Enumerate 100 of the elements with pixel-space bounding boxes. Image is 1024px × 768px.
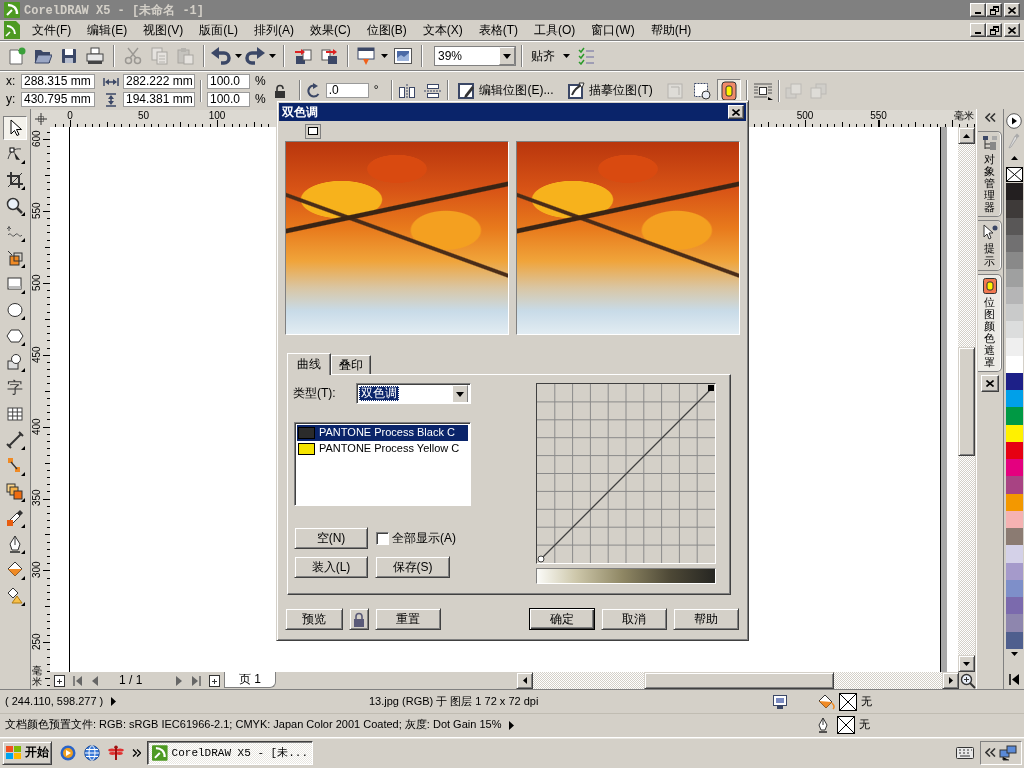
- help-button[interactable]: 帮助: [673, 608, 739, 630]
- color-swatch[interactable]: [1005, 545, 1023, 563]
- color-swatch[interactable]: [1005, 269, 1023, 287]
- keyboard-icon[interactable]: [956, 746, 974, 759]
- docker-tab[interactable]: 提示: [978, 220, 1002, 271]
- close-button[interactable]: [1004, 23, 1020, 37]
- show-all-checkbox[interactable]: [376, 531, 389, 545]
- y-position-field[interactable]: 430.795 mm: [21, 92, 95, 107]
- redo-arrow-icon[interactable]: [245, 47, 265, 65]
- image-window-icon[interactable]: [394, 48, 412, 64]
- restore-button[interactable]: [986, 3, 1002, 17]
- skip-back-icon[interactable]: [1009, 674, 1019, 685]
- width-field[interactable]: 282.222 mm: [123, 74, 195, 89]
- menu-item[interactable]: 位图(B): [358, 22, 415, 38]
- start-button[interactable]: 开始: [2, 740, 52, 765]
- ink-list-item[interactable]: PANTONE Process Black C: [297, 425, 468, 441]
- mirror-horizontal-icon[interactable]: [398, 82, 417, 99]
- import-icon[interactable]: [294, 47, 312, 65]
- export-icon[interactable]: [320, 47, 338, 65]
- document-logo-icon[interactable]: [4, 21, 20, 39]
- color-swatch[interactable]: [1005, 528, 1023, 546]
- scroll-right-button[interactable]: [942, 672, 959, 689]
- scroll-down-button[interactable]: [958, 655, 975, 672]
- taskbar-button[interactable]: CorelDRAW X5 - [未...: [147, 740, 313, 765]
- text-wrap-icon[interactable]: [752, 81, 773, 100]
- menu-item[interactable]: 排列(A): [246, 22, 302, 38]
- color-swatch[interactable]: [1005, 476, 1023, 494]
- cancel-button[interactable]: 取消: [601, 608, 667, 630]
- menu-item[interactable]: 编辑(E): [79, 22, 136, 38]
- media-player-icon[interactable]: [60, 744, 76, 761]
- color-swatch[interactable]: [1005, 597, 1023, 615]
- flyout-arrow-icon[interactable]: [111, 697, 117, 706]
- add-page-icon[interactable]: [209, 674, 220, 687]
- minimize-button[interactable]: [970, 3, 986, 17]
- paint-bucket-icon[interactable]: [817, 693, 835, 710]
- play-circle-icon[interactable]: [1006, 113, 1022, 129]
- menu-item[interactable]: 版面(L): [191, 22, 246, 38]
- next-page-icon[interactable]: [175, 675, 183, 686]
- caret-icon[interactable]: [380, 54, 388, 58]
- add-page-icon[interactable]: [54, 674, 65, 687]
- color-swatch[interactable]: [1005, 614, 1023, 632]
- double-chevron-icon[interactable]: [132, 748, 141, 757]
- color-mask-button[interactable]: [716, 78, 741, 103]
- color-swatch[interactable]: [1005, 407, 1023, 425]
- null-button[interactable]: 空(N): [294, 527, 368, 549]
- caret-icon[interactable]: [234, 54, 242, 58]
- previous-page-icon[interactable]: [91, 675, 99, 686]
- minimize-button[interactable]: [970, 23, 986, 37]
- reset-button[interactable]: 重置: [375, 608, 441, 630]
- menu-item[interactable]: 工具(O): [526, 22, 584, 38]
- x-position-field[interactable]: 288.315 mm: [21, 74, 95, 89]
- menu-item[interactable]: 视图(V): [135, 22, 192, 38]
- preview-button[interactable]: 预览: [285, 608, 343, 630]
- restore-button[interactable]: [986, 23, 1002, 37]
- no-color-swatch-icon[interactable]: [839, 692, 857, 711]
- curve-point-handle[interactable]: [708, 385, 714, 391]
- checklist-icon[interactable]: [578, 47, 594, 65]
- type-select[interactable]: 双色调: [356, 383, 471, 404]
- no-color-swatch-icon[interactable]: [1005, 167, 1023, 182]
- double-chevron-icon[interactable]: [985, 748, 996, 757]
- color-swatch[interactable]: [1005, 390, 1023, 408]
- monitor-icon[interactable]: [773, 694, 787, 709]
- scroll-up-button[interactable]: [958, 127, 975, 144]
- color-swatch[interactable]: [1005, 252, 1023, 270]
- dragonfly-icon[interactable]: [108, 744, 124, 761]
- dialog-tab[interactable]: 曲线: [287, 353, 331, 375]
- docker-tab[interactable]: 对象管理器: [978, 131, 1002, 218]
- menu-item[interactable]: 窗口(W): [583, 22, 643, 38]
- menu-item[interactable]: 表格(T): [470, 22, 526, 38]
- dimension-tool-button[interactable]: [3, 428, 27, 452]
- ink-list-item[interactable]: PANTONE Process Yellow C: [297, 441, 468, 457]
- close-docker-button[interactable]: [981, 375, 999, 393]
- zoom-level-select[interactable]: 39%: [434, 46, 516, 66]
- undo-arrow-icon[interactable]: [211, 47, 231, 65]
- rotation-field[interactable]: .0: [325, 83, 369, 98]
- curve-point-handle[interactable]: [537, 555, 545, 563]
- blend-tool-button[interactable]: [3, 480, 27, 504]
- color-swatch[interactable]: [1005, 183, 1023, 201]
- double-chevron-icon[interactable]: [984, 113, 996, 122]
- text-tool-button[interactable]: 字: [3, 376, 27, 400]
- scroll-left-button[interactable]: [516, 672, 533, 689]
- lock-button[interactable]: [349, 608, 369, 630]
- color-swatch[interactable]: [1005, 200, 1023, 218]
- scale-x-field[interactable]: 100.0: [207, 74, 250, 89]
- close-button[interactable]: [1004, 3, 1020, 17]
- pen-nib-icon[interactable]: [817, 717, 829, 733]
- mirror-vertical-icon[interactable]: [424, 82, 443, 99]
- height-field[interactable]: 194.381 mm: [123, 92, 195, 107]
- menu-item[interactable]: 文件(F): [24, 22, 80, 38]
- scroll-thumb[interactable]: [958, 347, 975, 456]
- scroll-thumb[interactable]: [644, 672, 834, 689]
- globe-icon[interactable]: [84, 744, 100, 761]
- dialog-tab[interactable]: 叠印: [331, 355, 371, 374]
- window-arrow-icon[interactable]: [357, 47, 375, 65]
- close-button[interactable]: [728, 105, 744, 119]
- menu-item[interactable]: 效果(C): [302, 22, 359, 38]
- no-color-swatch-icon[interactable]: [837, 716, 855, 734]
- padlock-icon[interactable]: [273, 83, 286, 98]
- flyout-arrow-icon[interactable]: [509, 720, 515, 730]
- window-view-icon[interactable]: [305, 124, 321, 139]
